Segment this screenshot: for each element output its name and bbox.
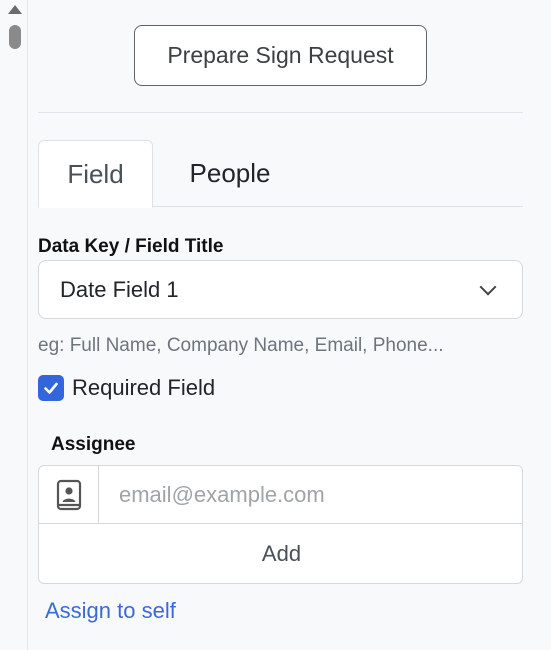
tab-people[interactable]: People — [170, 140, 290, 207]
assignee-input-row — [39, 466, 522, 524]
data-key-select[interactable]: Date Field 1 — [38, 260, 523, 319]
address-book-icon[interactable] — [39, 466, 99, 523]
checkmark-icon — [44, 382, 58, 394]
assignee-group: Add — [38, 465, 523, 584]
required-field-row[interactable]: Required Field — [38, 375, 215, 401]
tabs: Field People — [38, 140, 523, 208]
scrollbar-thumb[interactable] — [9, 25, 21, 49]
data-key-selected-value: Date Field 1 — [60, 276, 179, 302]
add-assignee-button[interactable]: Add — [39, 524, 522, 583]
required-field-checkbox[interactable] — [38, 375, 64, 401]
assign-to-self-link[interactable]: Assign to self — [45, 598, 176, 624]
data-key-label: Data Key / Field Title — [38, 236, 224, 257]
assignee-email-input[interactable] — [100, 466, 522, 523]
tab-field[interactable]: Field — [38, 140, 153, 208]
data-key-hint: eg: Full Name, Company Name, Email, Phon… — [38, 335, 444, 356]
prepare-sign-request-button[interactable]: Prepare Sign Request — [134, 25, 427, 86]
scroll-up-arrow-icon[interactable] — [8, 5, 22, 14]
chevron-down-icon — [479, 278, 497, 296]
assignee-label: Assignee — [51, 434, 136, 455]
required-field-label: Required Field — [72, 375, 216, 400]
address-book-icon-svg — [56, 479, 81, 510]
divider — [38, 112, 523, 113]
scrollbar[interactable] — [0, 0, 28, 650]
field-panel: Prepare Sign Request Field People Data K… — [28, 0, 551, 650]
